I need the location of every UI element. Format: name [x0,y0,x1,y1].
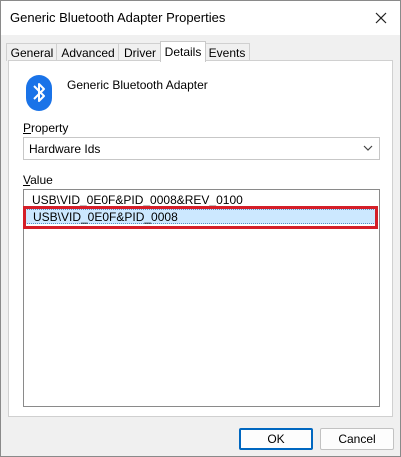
list-item[interactable]: USB\VID_0E0F&PID_0008&REV_0100 [25,193,376,208]
title-bar: Generic Bluetooth Adapter Properties [1,1,400,35]
tab-general[interactable]: General [6,43,58,61]
value-label: Value [23,173,53,187]
tab-strip: General Advanced Driver Details Events [1,41,400,62]
list-item-selected[interactable]: USB\VID_0E0F&PID_0008 [25,209,376,224]
window-title: Generic Bluetooth Adapter Properties [10,10,226,25]
chevron-down-icon [363,145,373,151]
property-dropdown[interactable]: Hardware Ids [23,137,380,160]
ok-button[interactable]: OK [239,428,313,450]
bluetooth-icon [26,75,52,111]
tab-events[interactable]: Events [204,43,250,61]
tab-details[interactable]: Details [160,41,206,62]
tab-advanced[interactable]: Advanced [56,43,120,61]
close-button[interactable] [368,5,394,31]
cancel-button[interactable]: Cancel [320,428,394,450]
device-name: Generic Bluetooth Adapter [67,78,208,92]
details-panel: Generic Bluetooth Adapter Property Hardw… [8,60,393,417]
property-label: Property [23,121,69,135]
close-icon [375,12,387,24]
properties-dialog: Generic Bluetooth Adapter Properties Gen… [0,0,401,457]
value-listbox[interactable]: USB\VID_0E0F&PID_0008&REV_0100 USB\VID_0… [23,189,380,407]
tab-driver[interactable]: Driver [118,43,162,61]
property-selected-value: Hardware Ids [29,142,101,156]
